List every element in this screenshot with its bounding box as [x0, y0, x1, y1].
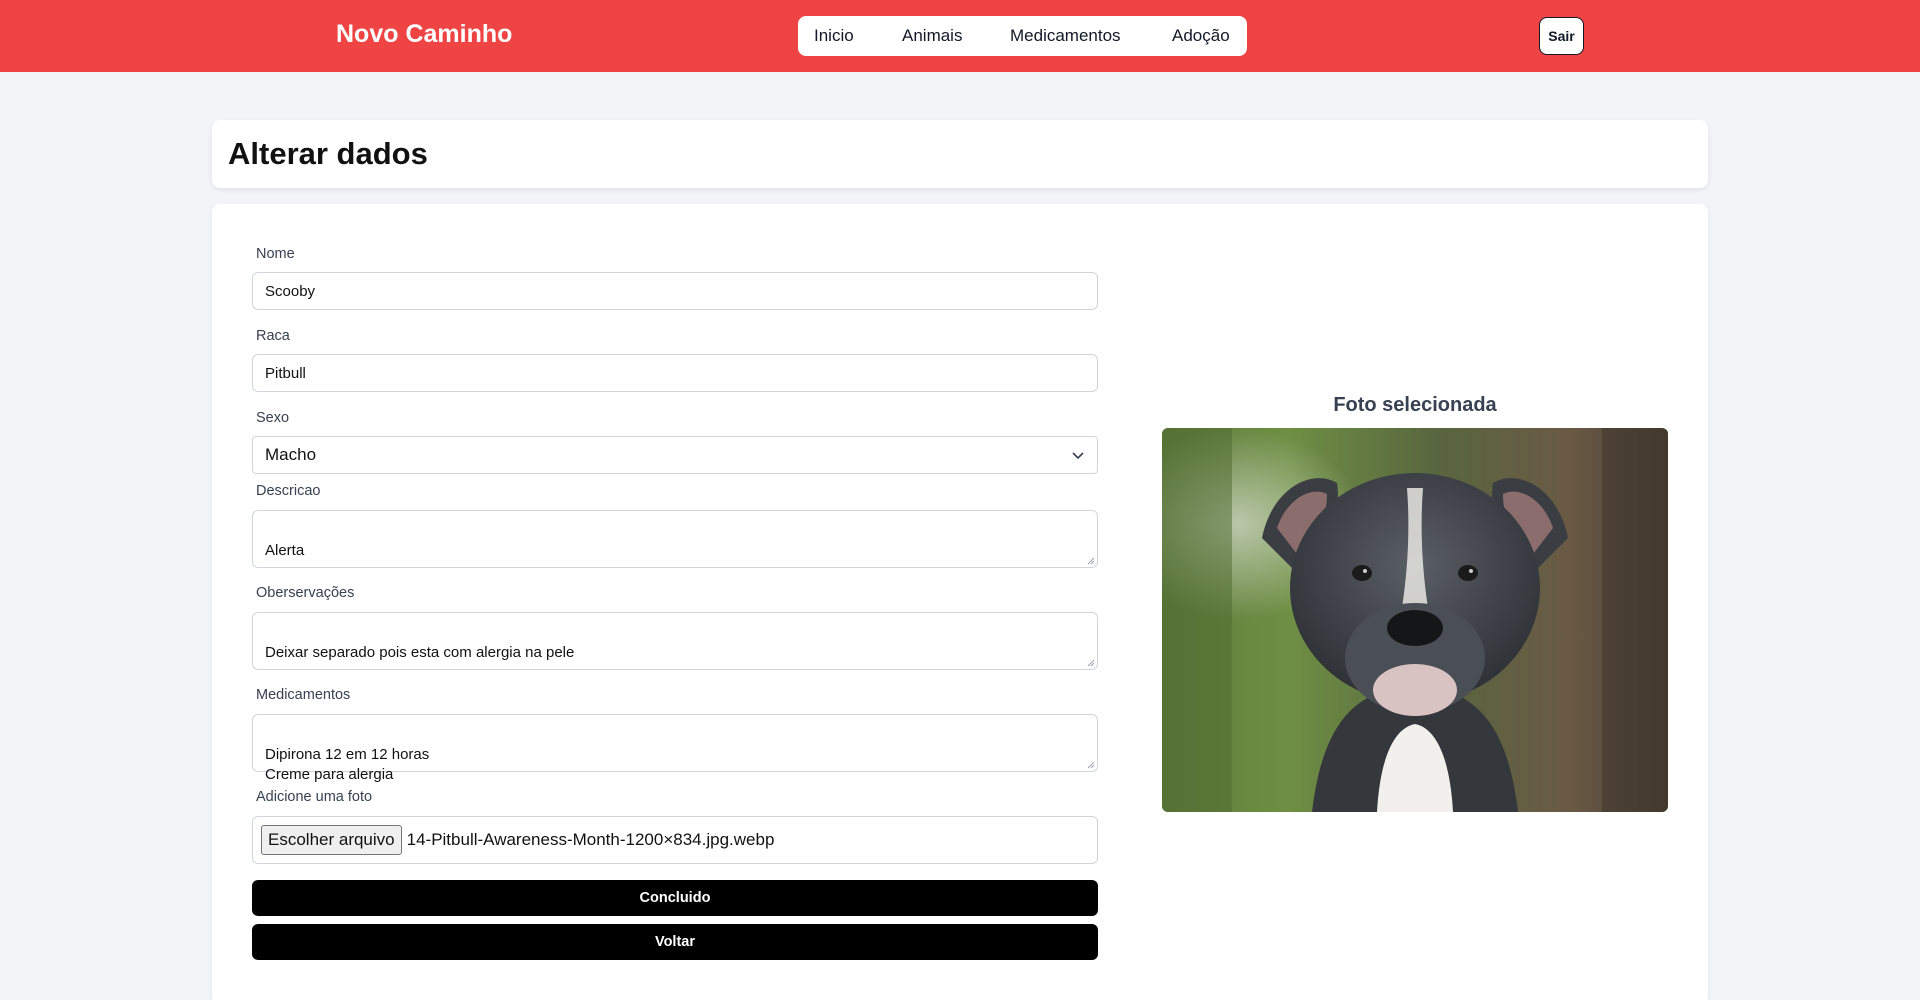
- choose-file-button[interactable]: Escolher arquivo: [261, 825, 402, 855]
- selected-file-name: 14-Pitbull-Awareness-Month-1200×834.jpg.…: [406, 830, 775, 849]
- descricao-label: Descricao: [256, 483, 321, 499]
- medicamentos-textarea[interactable]: Dipirona 12 em 12 horas Creme para alerg…: [252, 714, 1098, 783]
- nav-item-animais[interactable]: Animais: [902, 26, 962, 46]
- page-title: Alterar dados: [228, 136, 428, 171]
- observacoes-label: Oberservações: [256, 585, 355, 601]
- observacoes-textarea[interactable]: Deixar separado pois esta com alergia na…: [252, 612, 1098, 670]
- nav-menu: Inicio Animais Medicamentos Adoção: [798, 16, 1247, 56]
- brand-logo[interactable]: Novo Caminho: [336, 20, 512, 49]
- nome-input[interactable]: Scooby: [252, 272, 1098, 310]
- resize-handle-icon[interactable]: [1087, 761, 1095, 769]
- descricao-textarea[interactable]: Alerta: [252, 510, 1098, 568]
- sexo-select[interactable]: Macho: [252, 436, 1098, 474]
- nome-label: Nome: [256, 246, 295, 262]
- concluido-button[interactable]: Concluido: [252, 880, 1098, 916]
- nav-item-adocao[interactable]: Adoção: [1172, 26, 1230, 46]
- chevron-down-icon: [1072, 452, 1084, 460]
- medicamentos-label: Medicamentos: [256, 687, 351, 703]
- nav-item-inicio[interactable]: Inicio: [814, 26, 854, 46]
- descricao-text: Alerta: [265, 542, 305, 559]
- top-navbar: Novo Caminho Inicio Animais Medicamentos…: [0, 0, 1920, 72]
- sexo-selected-value: Macho: [265, 445, 317, 464]
- selected-dog-photo: [1162, 428, 1668, 812]
- logout-button[interactable]: Sair: [1539, 17, 1584, 55]
- voltar-button[interactable]: Voltar: [252, 924, 1098, 960]
- title-card: Alterar dados: [212, 120, 1708, 188]
- nav-item-medicamentos[interactable]: Medicamentos: [1010, 26, 1121, 46]
- resize-handle-icon[interactable]: [1087, 659, 1095, 667]
- sexo-label: Sexo: [256, 410, 290, 426]
- raca-label: Raca: [256, 328, 290, 344]
- observacoes-text: Deixar separado pois esta com alergia na…: [265, 644, 575, 661]
- preview-title: Foto selecionada: [1333, 394, 1497, 416]
- foto-label: Adicione uma foto: [256, 789, 373, 805]
- pitbull-photo-illustration: [1162, 428, 1668, 812]
- resize-handle-icon[interactable]: [1087, 557, 1095, 565]
- photo-file-input[interactable]: Escolher arquivo 14-Pitbull-Awareness-Mo…: [252, 816, 1098, 864]
- raca-input[interactable]: Pitbull: [252, 354, 1098, 392]
